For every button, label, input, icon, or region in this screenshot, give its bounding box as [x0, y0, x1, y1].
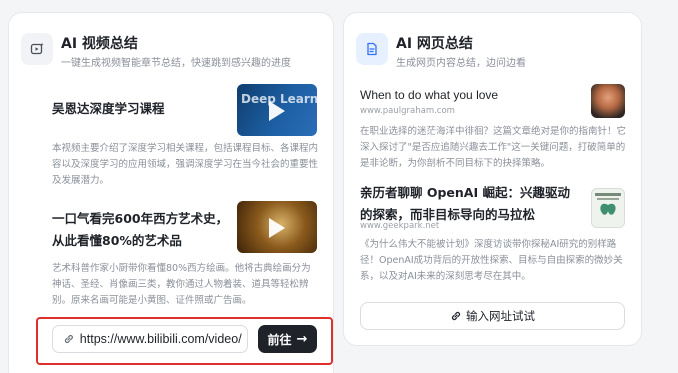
video-summary-subtitle: 一键生成视频智能章节总结，快速跳到感兴趣的进度 [61, 58, 291, 69]
book-cover-image [591, 188, 625, 228]
web-item-site: www.geekpark.net [360, 221, 440, 231]
video-thumbnail[interactable] [237, 201, 317, 253]
try-url-label: 输入网址试试 [466, 309, 535, 323]
arrow-right-icon: → [296, 331, 308, 347]
video-item-description: 本视频主要介绍了深度学习相关课程，包括课程目标、各课程内容以及深度学习的应用领域… [52, 143, 319, 186]
web-summary-title: AI 网页总结 [396, 36, 473, 52]
web-item-description: 《为什么伟大不能被计划》深度访谈带你探秘AI研究的别样路径！OpenAI成功背后… [360, 239, 623, 282]
go-button[interactable]: 前往 → [258, 325, 317, 353]
web-item-title[interactable]: When to do what you love [360, 84, 580, 106]
video-item-title[interactable]: 吴恩达深度学习课程 [52, 98, 228, 120]
video-sparkle-icon [21, 33, 53, 65]
go-button-label: 前往 [267, 332, 292, 347]
link-icon [451, 311, 461, 321]
video-thumbnail[interactable]: Deep Learn [237, 84, 317, 136]
web-item-site: www.paulgraham.com [360, 106, 455, 116]
video-summary-card: AI 视频总结 一键生成视频智能章节总结，快速跳到感兴趣的进度 [8, 12, 334, 373]
author-avatar [591, 84, 625, 118]
video-summary-title: AI 视频总结 [61, 36, 138, 52]
play-icon [269, 101, 285, 121]
web-item-description: 在职业选择的迷茫海洋中徘徊？这篇文章绝对是你的指南针！它深入探讨了"是否应追随兴… [360, 126, 627, 169]
video-url-input[interactable] [79, 332, 247, 346]
web-item-title[interactable]: 亲历者聊聊 OpenAI 崛起：兴趣驱动的探索，而非目标导向的马拉松 [360, 182, 578, 226]
video-item-description: 艺术科普作家小厨带你看懂80%西方绘画。他将古典绘画分为神话、圣经、肖像画三类，… [52, 263, 311, 306]
try-url-button[interactable]: 输入网址试试 [360, 302, 625, 330]
link-icon [64, 334, 73, 344]
document-icon [356, 33, 388, 65]
web-summary-subtitle: 生成网页内容总结，边问边看 [396, 58, 526, 69]
video-item-title[interactable]: 一口气看完600年西方艺术史，从此看懂80%的艺术品 [52, 208, 230, 252]
web-summary-card: AI 网页总结 生成网页内容总结，边问边看 [343, 12, 642, 346]
video-url-field[interactable] [52, 325, 248, 353]
play-icon [269, 218, 285, 238]
